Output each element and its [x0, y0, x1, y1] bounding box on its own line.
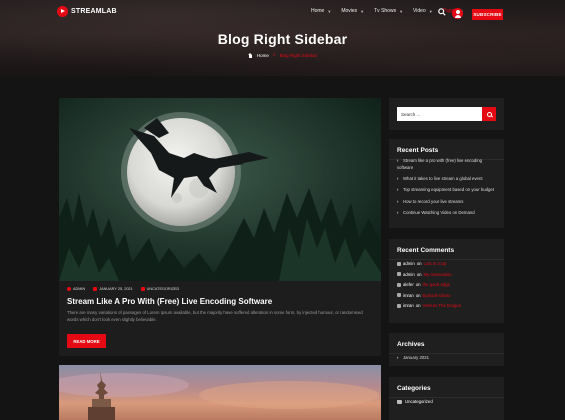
dragon-moon-illustration — [59, 98, 381, 281]
comment-on: on — [416, 271, 422, 277]
blog-post — [59, 365, 381, 420]
comment-item: admin on Lost in 2:Up — [397, 261, 461, 266]
comment-author[interactable]: admin — [403, 272, 415, 277]
post-author[interactable]: ADMIN — [67, 287, 85, 291]
comment-icon — [397, 303, 401, 308]
widget-title: Recent Posts — [397, 147, 439, 154]
comment-post-link[interactable]: the good edge — [423, 282, 450, 287]
recent-post-link[interactable]: Top streaming equipment based on your bu… — [397, 187, 494, 194]
post-category[interactable]: UNCATEGORIZED — [140, 287, 180, 291]
recent-post-link[interactable]: What it takes to live stream a global ev… — [397, 176, 494, 183]
divider — [389, 353, 504, 354]
divider — [389, 397, 504, 398]
recent-posts-widget: Recent Posts Stream like a pro with (fre… — [389, 139, 504, 228]
breadcrumb-home[interactable]: Home — [257, 53, 269, 58]
comment-icon — [397, 261, 401, 266]
chevron-down-icon: ▼ — [399, 8, 404, 14]
search-input[interactable]: Search ... — [397, 107, 482, 121]
page-title: Blog Right Sidebar — [217, 31, 348, 47]
logo[interactable]: STREAMLAB — [57, 6, 117, 17]
date-label: JANUARY 25, 2021 — [99, 287, 133, 291]
menu-label: Movies — [341, 8, 358, 14]
widget-title: Categories — [397, 385, 431, 392]
comment-item: alefer on the good edge — [397, 282, 461, 287]
post-date[interactable]: JANUARY 25, 2021 — [93, 287, 133, 291]
chevron-down-icon: ▼ — [428, 8, 433, 14]
chevron-down-icon: ▼ — [360, 8, 365, 14]
breadcrumb-current: Blog Right Sidebar — [279, 52, 318, 58]
post-featured-image[interactable] — [59, 98, 381, 281]
search-icon[interactable] — [438, 8, 446, 16]
user-icon — [67, 287, 71, 291]
comment-author[interactable]: admin — [403, 261, 415, 266]
chevron-down-icon: ▼ — [327, 8, 332, 14]
read-more-button[interactable]: READ MORE — [67, 334, 106, 348]
brand-name: STREAMLAB — [71, 8, 117, 15]
comment-icon — [397, 293, 401, 298]
archives-list: January 2021 — [397, 355, 429, 362]
post-featured-image[interactable] — [59, 365, 381, 420]
menu-item-tv-shows[interactable]: Tv Shows ▼ — [374, 8, 403, 14]
recent-posts-list: Stream like a pro with (free) live encod… — [397, 158, 494, 217]
menu-item-video[interactable]: Video ▼ — [413, 8, 433, 14]
comment-item: imran on Veteran The Dragon — [397, 303, 461, 308]
divider — [389, 259, 504, 260]
comment-post-link[interactable]: Lost in 2:Up — [424, 261, 447, 266]
menu-item-home[interactable]: Home ▼ — [311, 8, 331, 14]
breadcrumb-separator: » — [272, 52, 276, 58]
recent-post-link-continued[interactable]: software — [397, 165, 494, 172]
recent-comments-list: admin on Lost in 2:Up admin on My Genera… — [397, 261, 461, 314]
search-button[interactable] — [482, 107, 496, 121]
page-header-banner: STREAMLAB Home ▼ Movies ▼ Tv Shows ▼ Video ▼… — [0, 0, 565, 76]
comment-on: on — [415, 292, 421, 298]
category-item[interactable]: Uncategorized — [397, 399, 433, 404]
comment-post-link[interactable]: Episode Diario — [423, 293, 451, 298]
post-excerpt: There are many variations of passages of… — [67, 310, 363, 322]
archives-widget: Archives January 2021 — [389, 333, 504, 366]
home-icon — [247, 52, 253, 58]
comment-icon — [397, 282, 401, 287]
comment-post-link[interactable]: My Generation — [424, 272, 452, 277]
menu-item-movies[interactable]: Movies ▼ — [341, 8, 364, 14]
comment-author[interactable]: imran — [403, 303, 414, 308]
subscribe-button[interactable]: SUBSCRIBE — [472, 9, 503, 20]
author-label: ADMIN — [73, 287, 86, 291]
menu-label: Home — [311, 8, 325, 14]
breadcrumb: Home » Blog Right Sidebar — [0, 52, 565, 58]
top-navigation: STREAMLAB Home ▼ Movies ▼ Tv Shows ▼ Video ▼… — [0, 4, 565, 20]
search-widget: Search ... — [389, 98, 504, 130]
widget-title: Archives — [397, 341, 425, 348]
recent-post-link[interactable]: How to record your live streams — [397, 199, 494, 206]
category-label: UNCATEGORIZED — [146, 287, 180, 291]
comment-author[interactable]: alefer — [403, 282, 414, 287]
comment-item: imran on Episode Diario — [397, 293, 461, 298]
recent-comments-widget: Recent Comments admin on Lost in 2:Up ad… — [389, 239, 504, 323]
post-title[interactable]: Stream Like A Pro With (Free) Live Encod… — [67, 297, 272, 306]
comment-on: on — [415, 303, 421, 309]
search-icon — [486, 111, 492, 117]
main-menu: Home▼ Movies▼ Tv Shows▼ Video▼ Pages▼ — [311, 8, 474, 14]
menu-label: Video — [413, 8, 426, 14]
calendar-icon — [93, 287, 98, 291]
user-account-icon[interactable] — [452, 8, 463, 19]
post-meta: ADMIN JANUARY 25, 2021 UNCATEGORIZED — [67, 287, 179, 291]
category-link: Uncategorized — [405, 399, 433, 404]
pagoda-sunset-illustration — [59, 371, 379, 420]
comment-post-link[interactable]: Veteran The Dragon — [423, 303, 462, 308]
comment-on: on — [416, 261, 422, 266]
menu-label: Tv Shows — [374, 8, 397, 14]
folder-icon — [397, 399, 402, 404]
comment-icon — [397, 272, 401, 277]
play-logo-icon — [57, 6, 68, 17]
widget-title: Recent Comments — [397, 247, 455, 254]
archive-link[interactable]: January 2021 — [397, 355, 429, 362]
recent-post-link[interactable]: Continue Watching Video on Demand — [397, 210, 494, 217]
tag-icon — [140, 287, 145, 291]
comment-item: admin on My Generation — [397, 272, 461, 277]
comment-author[interactable]: imran — [403, 293, 414, 298]
categories-widget: Categories Uncategorized — [389, 377, 504, 420]
comment-on: on — [415, 282, 421, 288]
